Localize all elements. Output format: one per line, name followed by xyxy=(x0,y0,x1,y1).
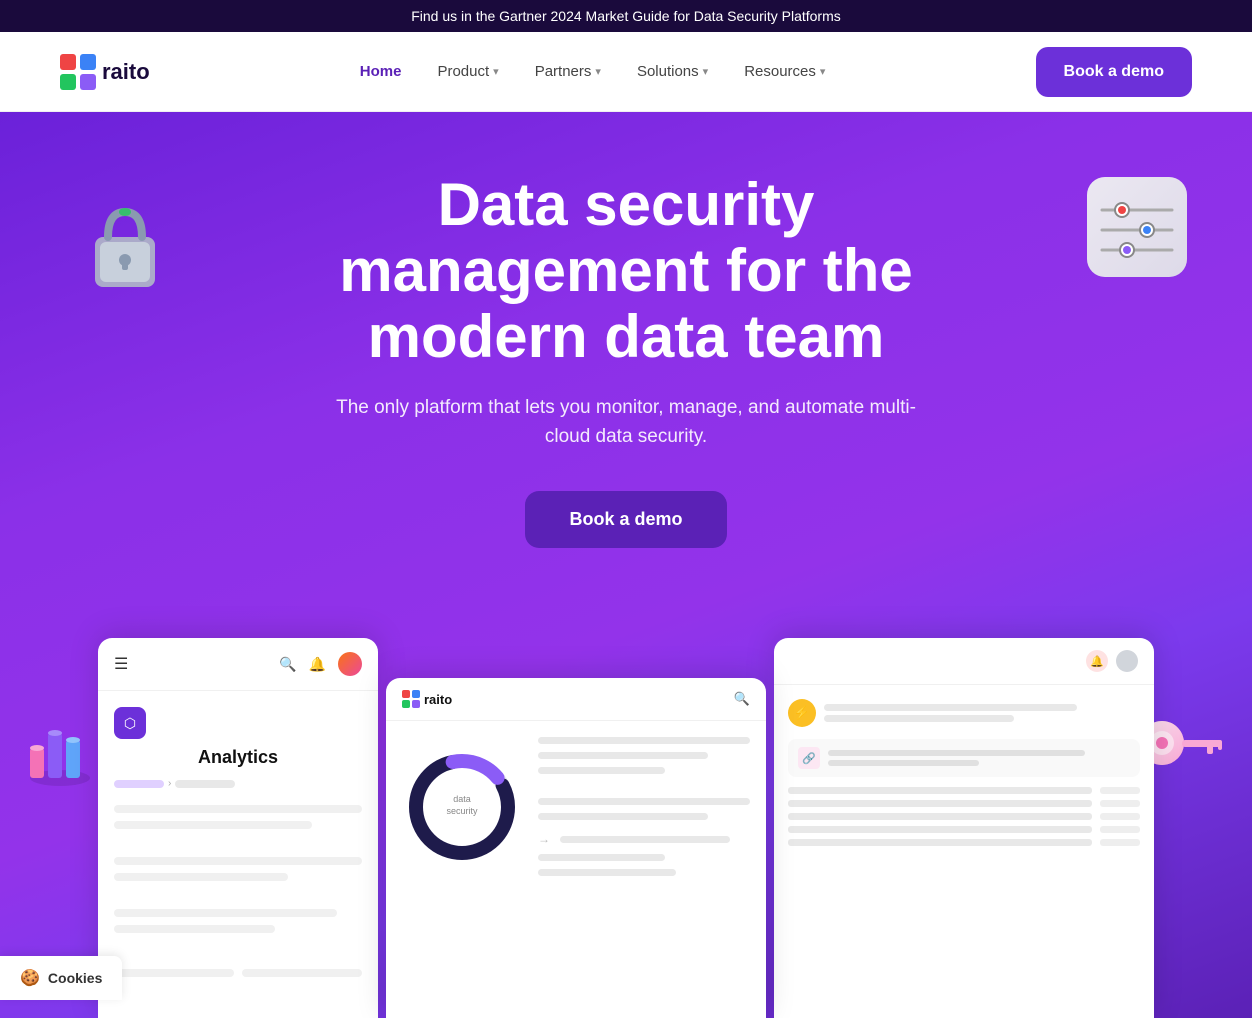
raito-logo-sm-text: raito xyxy=(424,692,452,707)
cookies-label: Cookies xyxy=(48,970,102,986)
hero-mockup: ☰ 🔍 🔔 ⬡ Analytics › xyxy=(40,598,1212,1018)
tag-card: 🔗 xyxy=(788,739,1140,777)
hero-section: Data security management for the modern … xyxy=(0,112,1252,1018)
nav-links: Home Product ▾ Partners ▾ Solutions ▾ Re… xyxy=(346,55,840,88)
mockup-right-body: ⚡ 🔗 xyxy=(774,685,1154,860)
nav-item-home[interactable]: Home xyxy=(346,55,416,88)
logo-link[interactable]: raito xyxy=(60,54,150,90)
bell-icon: 🔔 xyxy=(309,656,326,673)
menu-icon: ☰ xyxy=(114,654,128,674)
svg-text:data: data xyxy=(453,794,471,804)
chevron-down-icon: ▾ xyxy=(820,65,826,78)
mockup-right-header: 🔔 xyxy=(774,638,1154,685)
mockup-wrapper: ☰ 🔍 🔔 ⬡ Analytics › xyxy=(76,638,1176,1018)
search-icon: 🔍 xyxy=(279,656,296,673)
breadcrumb-arrow: › xyxy=(168,778,171,789)
mockup-left-body: ⬡ Analytics › xyxy=(98,691,378,993)
alert-row: ⚡ xyxy=(788,699,1140,727)
tag-icon: 🔗 xyxy=(798,747,820,769)
table-row xyxy=(788,839,1140,846)
notification-icon: 🔔 xyxy=(1086,650,1108,672)
cookies-bar[interactable]: 🍪 Cookies xyxy=(0,956,122,1000)
mockup-card-right: 🔔 ⚡ 🔗 xyxy=(774,638,1154,1018)
float-settings-icon xyxy=(1082,172,1192,282)
mockup-header-icons: 🔍 🔔 xyxy=(279,652,362,676)
mockup-center-body: data security → xyxy=(386,721,766,892)
hero-cta-button[interactable]: Book a demo xyxy=(525,491,726,548)
nav-item-resources[interactable]: Resources ▾ xyxy=(730,55,839,88)
tag-lines xyxy=(828,750,1130,766)
analytics-title: Analytics xyxy=(114,747,362,768)
table-row xyxy=(788,826,1140,833)
logo-icon xyxy=(60,54,96,90)
search-icon-center: 🔍 xyxy=(734,691,750,707)
mockup-card-left: ☰ 🔍 🔔 ⬡ Analytics › xyxy=(98,638,378,1018)
table-row xyxy=(788,787,1140,794)
float-lock-icon xyxy=(80,192,170,292)
chevron-down-icon: ▾ xyxy=(493,65,499,78)
user-icon-sm xyxy=(1116,650,1138,672)
nav-item-solutions[interactable]: Solutions ▾ xyxy=(623,55,722,88)
alert-icon: ⚡ xyxy=(788,699,816,727)
table-row xyxy=(788,800,1140,807)
nav-item-partners[interactable]: Partners ▾ xyxy=(521,55,615,88)
book-demo-button[interactable]: Book a demo xyxy=(1036,47,1192,97)
avatar xyxy=(338,652,362,676)
mockup-card-center: raito 🔍 data security xyxy=(386,678,766,1018)
mockup-left-header: ☰ 🔍 🔔 xyxy=(98,638,378,691)
cookies-icon: 🍪 xyxy=(20,968,40,988)
donut-chart: data security xyxy=(402,747,522,867)
alert-lines xyxy=(824,704,1140,722)
navbar: raito Home Product ▾ Partners ▾ Solution… xyxy=(0,32,1252,112)
raito-logo-sm: raito xyxy=(402,690,452,708)
logo-icon-sm xyxy=(402,690,420,708)
logo-text: raito xyxy=(102,59,150,85)
table-mock xyxy=(788,787,1140,846)
chevron-down-icon: ▾ xyxy=(703,65,709,78)
chart-legend: → xyxy=(538,737,750,876)
svg-text:security: security xyxy=(446,806,478,816)
chevron-down-icon: ▾ xyxy=(595,65,601,78)
nav-item-product[interactable]: Product ▾ xyxy=(423,55,512,88)
top-banner: Find us in the Gartner 2024 Market Guide… xyxy=(0,0,1252,32)
hero-title: Data security management for the modern … xyxy=(276,172,976,370)
arrow-right-icon: → xyxy=(538,832,550,846)
banner-text: Find us in the Gartner 2024 Market Guide… xyxy=(411,8,841,24)
database-icon: ⬡ xyxy=(114,707,146,739)
mockup-center-header: raito 🔍 xyxy=(386,678,766,721)
table-row xyxy=(788,813,1140,820)
breadcrumb: › xyxy=(114,778,362,789)
mock-lines xyxy=(114,805,362,977)
hero-subtitle: The only platform that lets you monitor,… xyxy=(336,394,916,451)
